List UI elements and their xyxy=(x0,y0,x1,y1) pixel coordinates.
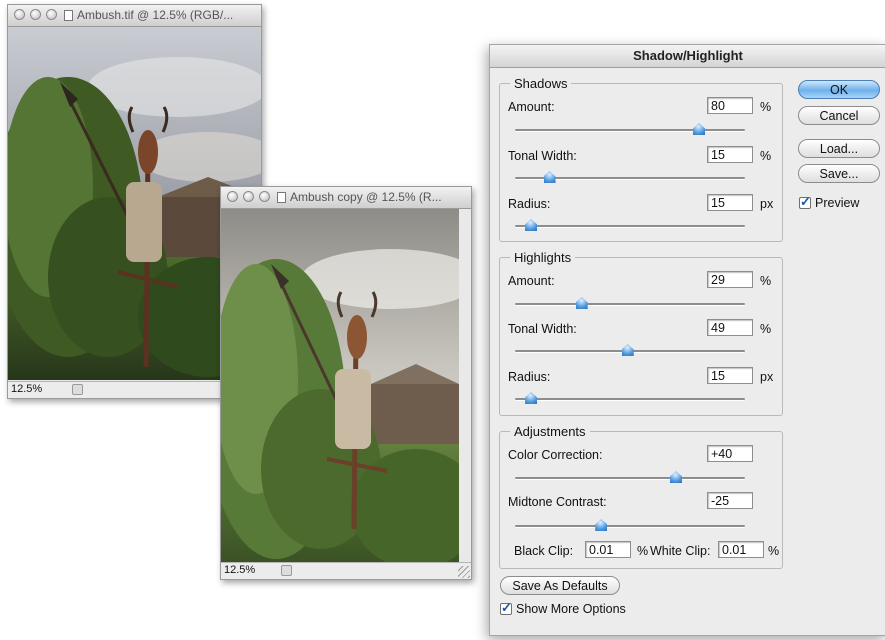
minimize-window-button[interactable] xyxy=(243,191,254,202)
black-clip-input[interactable]: 0.01 xyxy=(585,541,631,558)
highlights-tonal-width-input[interactable]: 49 xyxy=(707,319,753,336)
window-titlebar[interactable]: Ambush.tif @ 12.5% (RGB/... xyxy=(8,5,261,27)
image-canvas[interactable] xyxy=(221,209,459,563)
shadows-amount-input[interactable]: 80 xyxy=(707,97,753,114)
highlights-radius-unit: px xyxy=(760,370,774,384)
shadows-radius-input[interactable]: 15 xyxy=(707,194,753,211)
document-icon xyxy=(277,192,286,203)
shadows-tonal-width-slider[interactable] xyxy=(515,171,745,183)
close-window-button[interactable] xyxy=(227,191,238,202)
zoom-window-button[interactable] xyxy=(259,191,270,202)
midtone-contrast-input[interactable]: -25 xyxy=(707,492,753,509)
color-correction-label: Color Correction: xyxy=(508,448,603,462)
shadows-amount-unit: % xyxy=(760,100,772,114)
slider-thumb-icon[interactable] xyxy=(525,392,538,404)
highlights-tonal-width-label: Tonal Width: xyxy=(508,322,577,336)
slider-thumb-icon[interactable] xyxy=(693,123,705,135)
status-menu-button[interactable] xyxy=(72,384,83,395)
highlights-tonal-width-slider[interactable] xyxy=(515,344,745,356)
highlights-radius-slider[interactable] xyxy=(515,392,745,404)
black-clip-unit: % xyxy=(637,544,649,558)
highlights-amount-slider[interactable] xyxy=(515,297,745,309)
slider-thumb-icon[interactable] xyxy=(595,519,608,531)
adjustments-group: Adjustments Color Correction: +40 Midton… xyxy=(499,424,783,569)
shadows-group-label: Shadows xyxy=(510,76,572,91)
shadows-radius-unit: px xyxy=(760,197,774,211)
slider-thumb-icon[interactable] xyxy=(543,171,556,183)
document-icon xyxy=(64,10,73,21)
highlights-group-label: Highlights xyxy=(510,250,576,265)
shadows-group: Shadows Amount: 80 % Tonal Width: 15 % R… xyxy=(499,76,783,242)
color-correction-slider[interactable] xyxy=(515,471,745,483)
show-more-options-label: Show More Options xyxy=(516,602,626,616)
status-menu-button[interactable] xyxy=(281,565,292,576)
shadows-radius-slider[interactable] xyxy=(515,219,745,231)
document-window-copy[interactable]: Ambush copy @ 12.5% (R... 12.5% xyxy=(220,186,472,580)
midtone-contrast-slider[interactable] xyxy=(515,519,745,531)
load-button[interactable]: Load... xyxy=(798,139,880,158)
resize-grip-icon[interactable] xyxy=(458,566,470,578)
highlights-amount-unit: % xyxy=(760,274,772,288)
shadows-radius-label: Radius: xyxy=(508,197,551,211)
midtone-contrast-label: Midtone Contrast: xyxy=(508,495,607,509)
window-title: Ambush copy @ 12.5% (R... xyxy=(290,190,442,204)
minimize-window-button[interactable] xyxy=(30,9,41,20)
highlights-amount-input[interactable]: 29 xyxy=(707,271,753,288)
dialog-title: Shadow/Highlight xyxy=(490,45,885,68)
white-clip-label: White Clip: xyxy=(650,544,711,558)
highlights-group: Highlights Amount: 29 % Tonal Width: 49 … xyxy=(499,250,783,416)
preview-label: Preview xyxy=(815,196,860,210)
window-titlebar[interactable]: Ambush copy @ 12.5% (R... xyxy=(221,187,471,209)
adjustments-group-label: Adjustments xyxy=(510,424,590,439)
shadows-amount-label: Amount: xyxy=(508,100,555,114)
preview-checkbox[interactable] xyxy=(799,194,811,210)
zoom-level[interactable]: 12.5% xyxy=(224,564,255,576)
slider-thumb-icon[interactable] xyxy=(525,219,538,231)
highlights-amount-label: Amount: xyxy=(508,274,555,288)
close-window-button[interactable] xyxy=(14,9,25,20)
highlights-radius-label: Radius: xyxy=(508,370,551,384)
black-clip-label: Black Clip: xyxy=(514,544,574,558)
show-more-options-checkbox[interactable] xyxy=(500,600,512,616)
cancel-button[interactable]: Cancel xyxy=(798,106,880,125)
window-title: Ambush.tif @ 12.5% (RGB/... xyxy=(77,8,234,22)
shadows-tonal-width-unit: % xyxy=(760,149,772,163)
save-button[interactable]: Save... xyxy=(798,164,880,183)
status-bar: 12.5% xyxy=(221,562,471,579)
white-clip-input[interactable]: 0.01 xyxy=(718,541,764,558)
highlights-tonal-width-unit: % xyxy=(760,322,772,336)
zoom-level[interactable]: 12.5% xyxy=(11,383,42,395)
highlights-radius-input[interactable]: 15 xyxy=(707,367,753,384)
photo-ambush-copy xyxy=(221,209,459,563)
slider-thumb-icon[interactable] xyxy=(621,344,634,356)
zoom-window-button[interactable] xyxy=(46,9,57,20)
shadows-amount-slider[interactable] xyxy=(515,123,745,135)
save-as-defaults-button[interactable]: Save As Defaults xyxy=(500,576,620,595)
slider-thumb-icon[interactable] xyxy=(670,471,682,483)
color-correction-input[interactable]: +40 xyxy=(707,445,753,462)
white-clip-unit: % xyxy=(768,544,780,558)
shadows-tonal-width-label: Tonal Width: xyxy=(508,149,577,163)
shadows-tonal-width-input[interactable]: 15 xyxy=(707,146,753,163)
ok-button[interactable]: OK xyxy=(798,80,880,99)
shadow-highlight-dialog[interactable]: Shadow/Highlight Shadows Amount: 80 % To… xyxy=(489,44,885,636)
slider-thumb-icon[interactable] xyxy=(575,297,588,309)
